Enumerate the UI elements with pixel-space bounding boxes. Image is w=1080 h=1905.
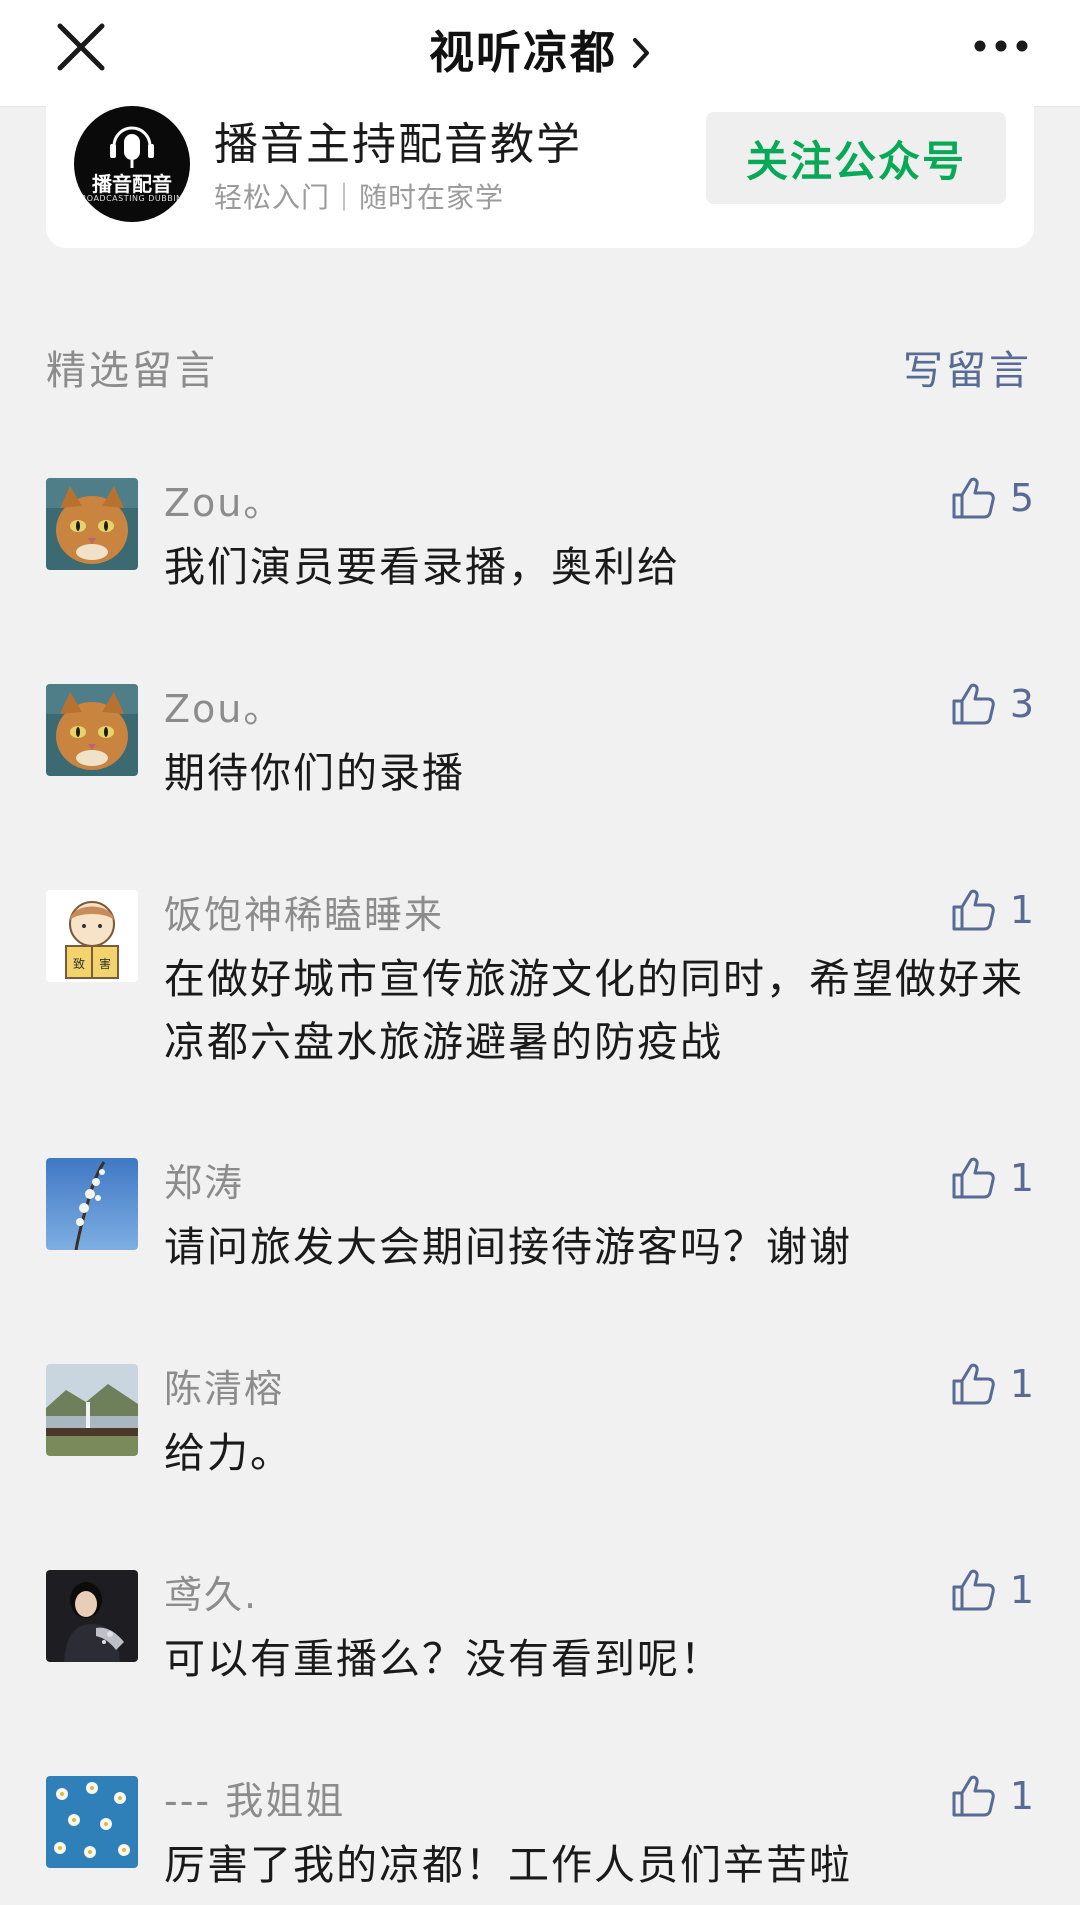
comment-content: 我们演员要看录播，奥利给 — [164, 543, 680, 591]
comment-content: 给力。 — [164, 1429, 293, 1477]
svg-text:害: 害 — [99, 956, 111, 971]
account-description: 轻松入门｜随时在家学 — [214, 181, 505, 214]
orange-cat-avatar[interactable] — [46, 478, 138, 570]
account-name: 播音主持配音教学 — [214, 119, 582, 170]
account-avatar-brand: 播音配音 — [92, 172, 172, 196]
thumbs-up-icon — [952, 683, 995, 725]
like-count: 3 — [1009, 682, 1034, 726]
like-count: 1 — [1009, 1362, 1034, 1406]
comment-nickname[interactable]: Zou。 — [164, 472, 283, 527]
like-count: 1 — [1009, 1156, 1034, 1200]
like-button[interactable]: 1 — [950, 1772, 1034, 1820]
thumbs-up-icon — [952, 1775, 995, 1817]
thumbs-up-icon — [952, 1157, 995, 1199]
thumbs-up-icon — [952, 889, 995, 931]
like-count: 1 — [1009, 1568, 1034, 1612]
like-button[interactable]: 1 — [950, 1566, 1034, 1614]
account-avatar[interactable]: 播音配音 BROADCASTING DUBBING — [74, 106, 190, 222]
comment-nickname[interactable]: 鸢久. — [164, 1564, 258, 1619]
like-button[interactable]: 1 — [950, 1154, 1034, 1202]
like-button[interactable]: 1 — [950, 1360, 1034, 1408]
thumbs-up-icon — [952, 1569, 995, 1611]
like-button[interactable]: 5 — [950, 474, 1034, 522]
thumbs-up-icon — [952, 1363, 995, 1405]
comment-nickname[interactable]: --- 我姐姐 — [164, 1770, 345, 1825]
like-button[interactable]: 3 — [950, 680, 1034, 728]
official-account-card[interactable]: 播音配音 BROADCASTING DUBBING 播音主持配音教学 轻松入门｜… — [46, 106, 1034, 248]
orange-cat-avatar[interactable] — [46, 684, 138, 776]
cartoon-reader-avatar[interactable]: 致 害 — [46, 890, 138, 982]
like-button[interactable]: 1 — [950, 886, 1034, 934]
write-comment-link[interactable]: 写留言 — [903, 338, 1032, 396]
more-icon[interactable] — [972, 36, 1030, 56]
chevron-right-icon — [633, 38, 649, 68]
comment-content: 请问旅发大会期间接待游客吗？谢谢 — [164, 1223, 852, 1271]
svg-text:致: 致 — [73, 957, 85, 971]
featured-comments-title: 精选留言 — [46, 348, 218, 394]
blossom-sky-avatar[interactable] — [46, 1158, 138, 1250]
comment-content: 期待你们的录播 — [164, 749, 465, 797]
comment-nickname[interactable]: 郑涛 — [164, 1152, 244, 1207]
page-title[interactable]: 视听凉都 — [0, 16, 1080, 81]
comment-content: 可以有重播么？没有看到呢！ — [164, 1635, 723, 1683]
microphone-icon — [110, 126, 154, 168]
landscape-avatar[interactable] — [46, 1364, 138, 1456]
like-count: 1 — [1009, 1774, 1034, 1818]
comments-header: 精选留言 写留言 — [46, 338, 1034, 394]
follow-account-button[interactable]: 关注公众号 — [706, 112, 1006, 204]
like-count: 1 — [1009, 888, 1034, 932]
top-navbar: 视听凉都 — [0, 0, 1080, 107]
comment-nickname[interactable]: Zou。 — [164, 678, 283, 733]
thumbs-up-icon — [952, 477, 995, 519]
daisies-avatar[interactable] — [46, 1776, 138, 1868]
performer-avatar[interactable] — [46, 1570, 138, 1662]
comment-content: 在做好城市宣传旅游文化的同时，希望做好来凉都六盘水旅游避暑的防疫战 — [164, 955, 1024, 1066]
comment-content: 厉害了我的凉都！工作人员们辛苦啦 — [164, 1841, 852, 1889]
page-title-text: 视听凉都 — [428, 26, 617, 79]
comment-nickname[interactable]: 陈清榕 — [164, 1358, 284, 1413]
account-avatar-brand-sub: BROADCASTING DUBBING — [74, 194, 190, 203]
like-count: 5 — [1009, 476, 1034, 520]
comment-nickname[interactable]: 饭饱神稀瞌睡来 — [164, 884, 444, 939]
